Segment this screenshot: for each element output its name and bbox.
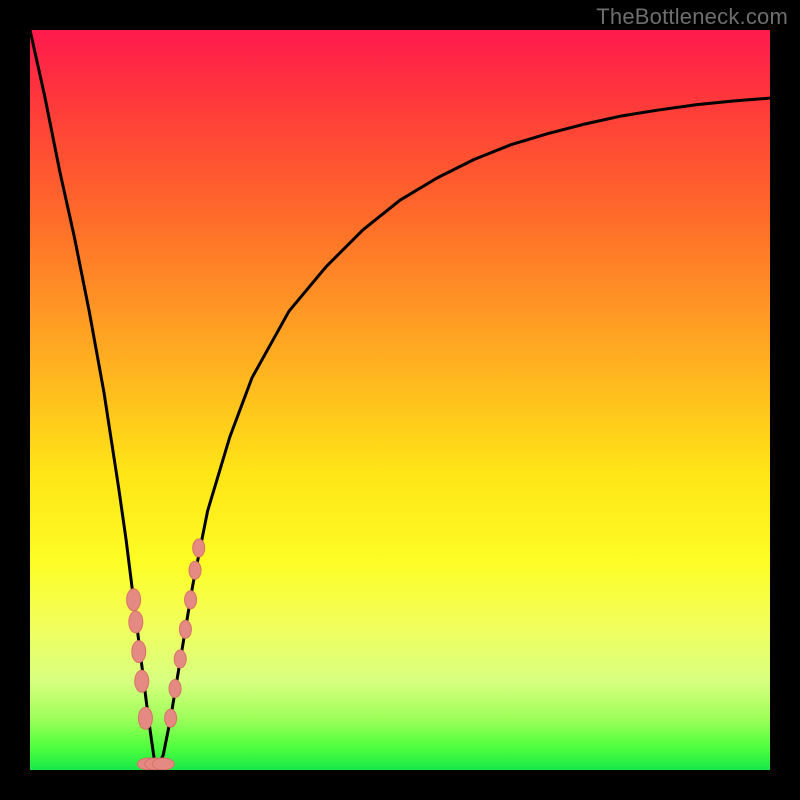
marker-bottom — [152, 758, 174, 770]
marker-right — [174, 650, 186, 668]
marker-right — [193, 539, 205, 557]
marker-right — [179, 620, 191, 638]
marker-right — [189, 561, 201, 579]
marker-left — [135, 670, 149, 692]
marker-left — [129, 611, 143, 633]
marker-left — [138, 707, 152, 729]
marker-left — [127, 589, 141, 611]
marker-right — [169, 680, 181, 698]
plot-area — [30, 30, 770, 770]
marker-left — [132, 641, 146, 663]
marker-right — [185, 591, 197, 609]
watermark-text: TheBottleneck.com — [596, 4, 788, 30]
marker-right — [165, 709, 177, 727]
bottleneck-curve — [30, 30, 770, 770]
chart-frame: TheBottleneck.com — [0, 0, 800, 800]
